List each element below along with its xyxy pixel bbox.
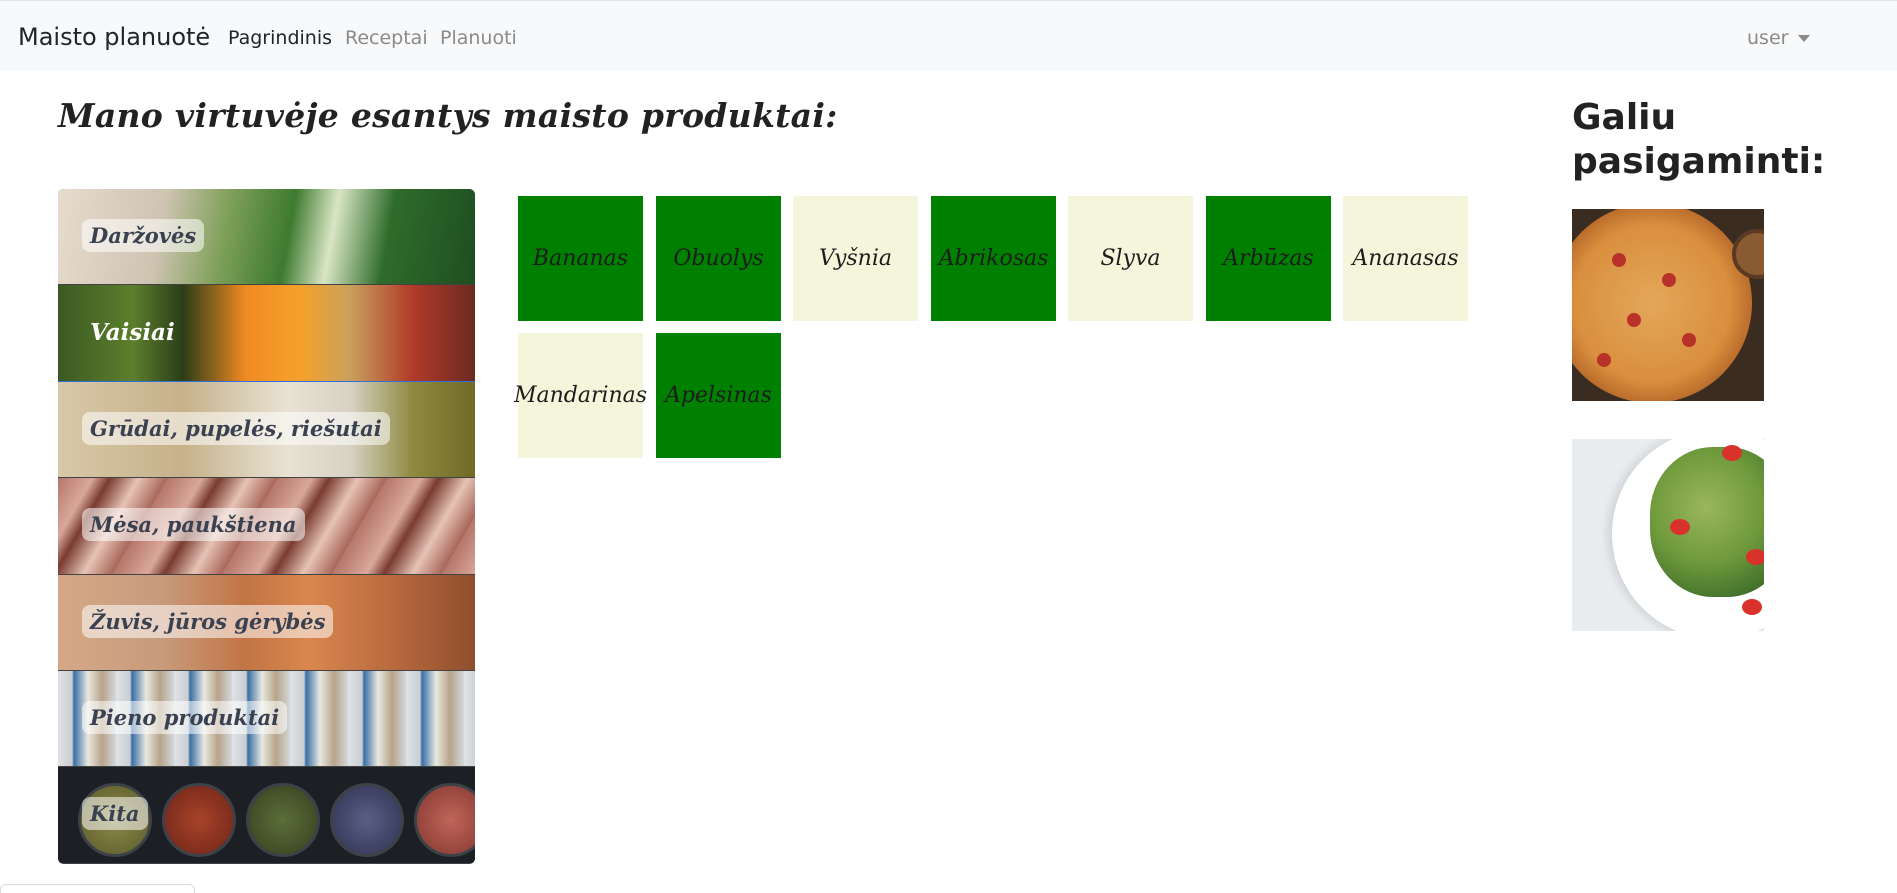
bottom-tab-edge (0, 884, 195, 893)
product-tile-apple[interactable]: Obuolys (656, 196, 781, 321)
category-item-seafood[interactable]: Žuvis, jūros gėrybės (58, 574, 475, 671)
user-dropdown[interactable]: user (1747, 27, 1811, 49)
category-item-other[interactable]: Kita (58, 767, 475, 864)
user-dropdown-label: user (1747, 27, 1789, 49)
category-label: Kita (82, 797, 148, 831)
brand-logo-text[interactable]: Maisto planuotė (18, 23, 210, 51)
product-tile-orange[interactable]: Apelsinas (656, 333, 781, 458)
category-label: Mėsa, paukštiena (82, 508, 305, 542)
nav-link-home[interactable]: Pagrindinis (228, 27, 332, 49)
product-tile-apricot[interactable]: Abrikosas (931, 196, 1056, 321)
product-tile-mandarin[interactable]: Mandarinas (514, 333, 647, 458)
category-label: Daržovės (82, 219, 205, 252)
category-list: Daržovės Vaisiai Grūdai, pupelės, riešut… (58, 189, 475, 864)
chevron-down-icon (1798, 34, 1811, 42)
recipes-heading: Galiu pasigaminti: (1572, 97, 1826, 182)
pizza-image (1572, 209, 1752, 401)
recipe-card-pasta-salad[interactable] (1572, 439, 1764, 631)
page-title: Mano virtuvėje esantys maisto produktai: (58, 96, 838, 135)
category-label: Pieno produktai (82, 700, 288, 734)
category-label: Žuvis, jūros gėrybės (82, 604, 334, 638)
category-item-meat[interactable]: Mėsa, paukštiena (58, 478, 475, 575)
category-item-dairy[interactable]: Pieno produktai (58, 670, 475, 768)
category-item-grains[interactable]: Grūdai, pupelės, riešutai (58, 381, 475, 479)
product-tile-pineapple[interactable]: Ananasas (1343, 196, 1468, 321)
category-item-vegetables[interactable]: Daržovės (58, 189, 475, 286)
product-tile-bananas[interactable]: Bananas (518, 196, 643, 321)
nav-link-plan[interactable]: Planuoti (440, 27, 517, 49)
category-label: Grūdai, pupelės, riešutai (82, 411, 390, 445)
product-tile-watermelon[interactable]: Arbūzas (1206, 196, 1331, 321)
category-item-fruits[interactable]: Vaisiai (58, 285, 475, 382)
category-label: Vaisiai (90, 319, 175, 347)
product-tile-plum[interactable]: Slyva (1068, 196, 1193, 321)
navbar: Maisto planuotė Pagrindinis Receptai Pla… (0, 0, 1897, 71)
product-tile-cherry[interactable]: Vyšnia (793, 196, 918, 321)
nav-link-recipes[interactable]: Receptai (345, 27, 428, 49)
recipe-card-pizza[interactable] (1572, 209, 1764, 401)
